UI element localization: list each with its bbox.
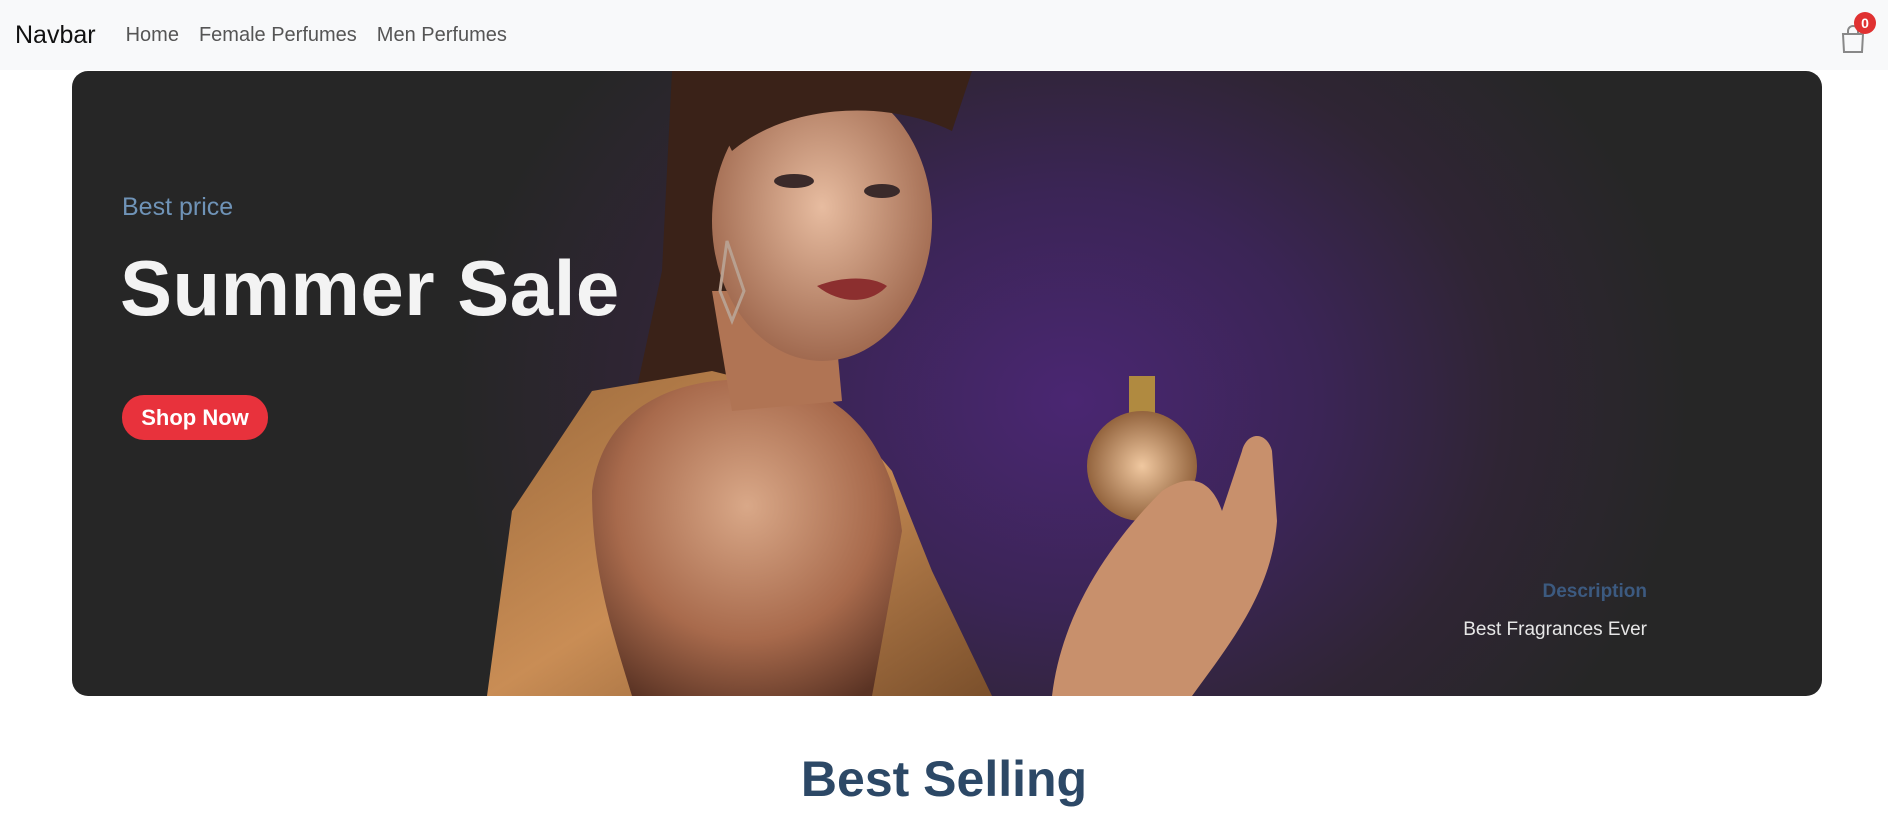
hero-carousel-slide: Best price Summer Sale Shop Now Descript… bbox=[72, 71, 1822, 696]
caption-title: Description bbox=[1542, 581, 1647, 602]
shop-now-button[interactable]: Shop Now bbox=[122, 395, 268, 440]
nav-link-home[interactable]: Home bbox=[126, 24, 179, 47]
nav-links: Home Female Perfumes Men Perfumes bbox=[126, 24, 507, 47]
hero-kicker: Best price bbox=[122, 193, 234, 221]
hero-title: Summer Sale bbox=[120, 244, 620, 332]
best-selling-heading: Best Selling bbox=[800, 751, 1088, 807]
nav-link-female-perfumes[interactable]: Female Perfumes bbox=[199, 24, 357, 47]
caption-text: Best Fragrances Ever bbox=[1463, 619, 1647, 640]
navbar-brand[interactable]: Navbar bbox=[15, 21, 96, 50]
cart-button[interactable]: 0 bbox=[1840, 12, 1876, 54]
nav-link-men-perfumes[interactable]: Men Perfumes bbox=[377, 24, 507, 47]
cart-count-badge: 0 bbox=[1854, 12, 1876, 34]
hero-caption: Description Best Fragrances Ever bbox=[1463, 581, 1647, 641]
navbar: Navbar Home Female Perfumes Men Perfumes… bbox=[0, 0, 1888, 70]
